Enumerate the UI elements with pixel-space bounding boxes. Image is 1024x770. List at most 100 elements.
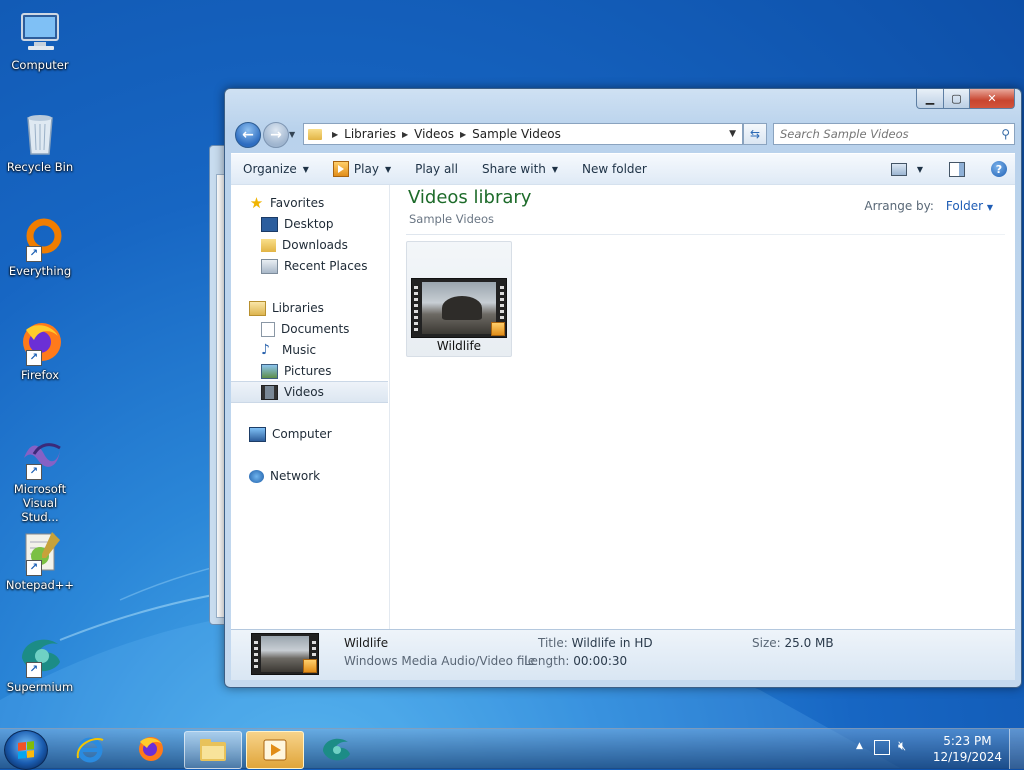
volume-muted-icon[interactable]: 🔇︎ bbox=[898, 739, 906, 754]
navigation-pane: ★ Favorites Desktop Downloads Recent Plac… bbox=[231, 185, 390, 629]
arrange-by-value: Folder bbox=[945, 199, 984, 213]
shortcut-arrow-icon: ↗ bbox=[26, 464, 42, 480]
explorer-body: ★ Favorites Desktop Downloads Recent Plac… bbox=[231, 184, 1015, 629]
refresh-icon: ⇆ bbox=[749, 127, 761, 141]
address-bar[interactable]: ▶ Libraries ▶ Videos ▶ Sample Videos ▼ bbox=[303, 123, 743, 145]
action-center-icon[interactable] bbox=[874, 740, 890, 755]
nav-network[interactable]: Network bbox=[249, 466, 406, 486]
nav-favorites[interactable]: ★ Favorites bbox=[249, 193, 406, 213]
clock-date: 12/19/2024 bbox=[932, 750, 1002, 764]
nav-label: Libraries bbox=[272, 301, 324, 315]
nav-label: Documents bbox=[281, 322, 350, 336]
organize-label: Organize bbox=[243, 162, 297, 176]
play-label: Play bbox=[353, 162, 379, 176]
nav-label: Downloads bbox=[282, 238, 348, 252]
organize-button[interactable]: Organize ▼ bbox=[231, 157, 321, 181]
play-all-button[interactable]: Play all bbox=[403, 157, 470, 181]
details-length: Length: 00:00:30 bbox=[524, 654, 627, 668]
nav-computer[interactable]: Computer bbox=[249, 424, 406, 444]
start-button[interactable] bbox=[4, 730, 48, 770]
show-desktop-button[interactable] bbox=[1009, 729, 1024, 769]
search-box[interactable]: ⚲ bbox=[773, 123, 1015, 145]
desktop-icon-label: Notepad++ bbox=[5, 578, 75, 592]
minimize-icon: ▁ bbox=[925, 92, 935, 105]
folder-icon bbox=[200, 739, 226, 761]
internet-explorer-icon bbox=[76, 737, 104, 763]
computer-icon bbox=[249, 426, 266, 442]
pictures-icon bbox=[261, 363, 278, 379]
back-arrow-icon: ← bbox=[242, 127, 254, 143]
desktop-icon-firefox[interactable]: ↗ Firefox bbox=[4, 318, 76, 382]
taskbar-internet-explorer[interactable] bbox=[62, 731, 118, 767]
content-pane: Videos library Sample Videos Arrange by:… bbox=[390, 185, 1015, 629]
details-title-label: Title: bbox=[538, 636, 568, 650]
videos-filmstrip-icon bbox=[261, 384, 278, 400]
forward-button[interactable]: → bbox=[263, 122, 289, 148]
breadcrumb-separator-icon[interactable]: ▶ bbox=[332, 130, 338, 139]
new-folder-label: New folder bbox=[582, 162, 647, 176]
media-player-icon bbox=[263, 739, 287, 761]
desktop-icon-label: Supermium bbox=[6, 680, 74, 694]
visual-studio-icon: ↗ bbox=[16, 432, 64, 480]
chevron-down-icon: ▼ bbox=[986, 203, 993, 212]
breadcrumb-videos[interactable]: Videos bbox=[414, 127, 454, 141]
help-icon[interactable]: ? bbox=[991, 161, 1007, 177]
details-title-value[interactable]: Wildlife in HD bbox=[572, 636, 653, 650]
file-item[interactable]: Wildlife bbox=[406, 241, 512, 357]
explorer-window: ▁ ▢ ✕ ← → ▼ ▶ Libraries ▶ Videos ▶ Sampl… bbox=[224, 88, 1022, 688]
details-name: Wildlife bbox=[344, 636, 389, 650]
close-button[interactable]: ✕ bbox=[970, 89, 1015, 109]
breadcrumb-libraries[interactable]: Libraries bbox=[344, 127, 396, 141]
documents-icon bbox=[261, 321, 275, 337]
address-dropdown-icon[interactable]: ▼ bbox=[729, 129, 736, 139]
desktop-icon-computer[interactable]: Computer bbox=[4, 8, 76, 72]
refresh-button[interactable]: ⇆ bbox=[743, 123, 767, 145]
breadcrumb-separator-icon[interactable]: ▶ bbox=[460, 130, 466, 139]
play-badge-icon bbox=[491, 322, 505, 336]
network-icon bbox=[249, 469, 264, 483]
shortcut-arrow-icon: ↗ bbox=[26, 662, 42, 678]
firefox-icon: ↗ bbox=[16, 318, 64, 366]
breadcrumb-separator-icon[interactable]: ▶ bbox=[402, 130, 408, 139]
search-icon[interactable]: ⚲ bbox=[1001, 127, 1010, 141]
change-view-icon[interactable] bbox=[890, 162, 907, 176]
nav-label: Music bbox=[282, 343, 317, 357]
desktop-icon-notepadpp[interactable]: ↗ Notepad++ bbox=[4, 528, 76, 592]
view-options-dropdown-icon[interactable]: ▼ bbox=[917, 165, 923, 174]
taskbar-media-player[interactable] bbox=[246, 731, 304, 769]
taskbar-windows-explorer[interactable] bbox=[184, 731, 242, 769]
preview-pane-icon[interactable] bbox=[949, 161, 965, 177]
nav-videos[interactable]: Videos bbox=[231, 381, 388, 403]
shortcut-arrow-icon: ↗ bbox=[26, 560, 42, 576]
desktop-icon-everything[interactable]: ↗ Everything bbox=[4, 214, 76, 278]
everything-icon: ↗ bbox=[16, 214, 64, 262]
star-icon: ★ bbox=[249, 193, 264, 212]
show-hidden-icons-icon[interactable]: ▲ bbox=[856, 741, 863, 751]
minimize-button[interactable]: ▁ bbox=[916, 89, 944, 109]
taskbar-supermium[interactable] bbox=[308, 731, 364, 767]
divider bbox=[406, 234, 1005, 235]
library-subtitle: Sample Videos bbox=[409, 212, 494, 226]
desktop-icon-recycle-bin[interactable]: Recycle Bin bbox=[4, 110, 76, 174]
maximize-button[interactable]: ▢ bbox=[944, 89, 970, 109]
back-button[interactable]: ← bbox=[235, 122, 261, 148]
desktop-icon-supermium[interactable]: ↗ Supermium bbox=[4, 630, 76, 694]
taskbar-firefox[interactable] bbox=[122, 731, 178, 767]
new-folder-button[interactable]: New folder bbox=[570, 157, 659, 181]
desktop-icon-visual-studio[interactable]: ↗ Microsoft Visual Stud... bbox=[4, 432, 76, 524]
recent-pages-dropdown[interactable]: ▼ bbox=[289, 130, 295, 139]
details-size: Size: 25.0 MB bbox=[752, 636, 834, 650]
play-button[interactable]: Play ▼ bbox=[321, 157, 403, 181]
desktop-icon-label: Everything bbox=[8, 264, 72, 278]
search-input[interactable] bbox=[774, 126, 987, 142]
computer-icon bbox=[16, 8, 64, 56]
caption-buttons: ▁ ▢ ✕ bbox=[916, 89, 1015, 109]
folder-icon bbox=[308, 128, 322, 140]
desktop-icon-label: Microsoft Visual Stud... bbox=[13, 482, 67, 524]
clock[interactable]: 5:23 PM 12/19/2024 bbox=[933, 733, 1002, 765]
nav-libraries[interactable]: Libraries bbox=[249, 298, 406, 318]
supermium-icon bbox=[323, 738, 350, 761]
breadcrumb-sample-videos[interactable]: Sample Videos bbox=[472, 127, 561, 141]
arrange-by-dropdown[interactable]: Folder ▼ bbox=[946, 199, 993, 213]
share-with-button[interactable]: Share with ▼ bbox=[470, 157, 570, 181]
